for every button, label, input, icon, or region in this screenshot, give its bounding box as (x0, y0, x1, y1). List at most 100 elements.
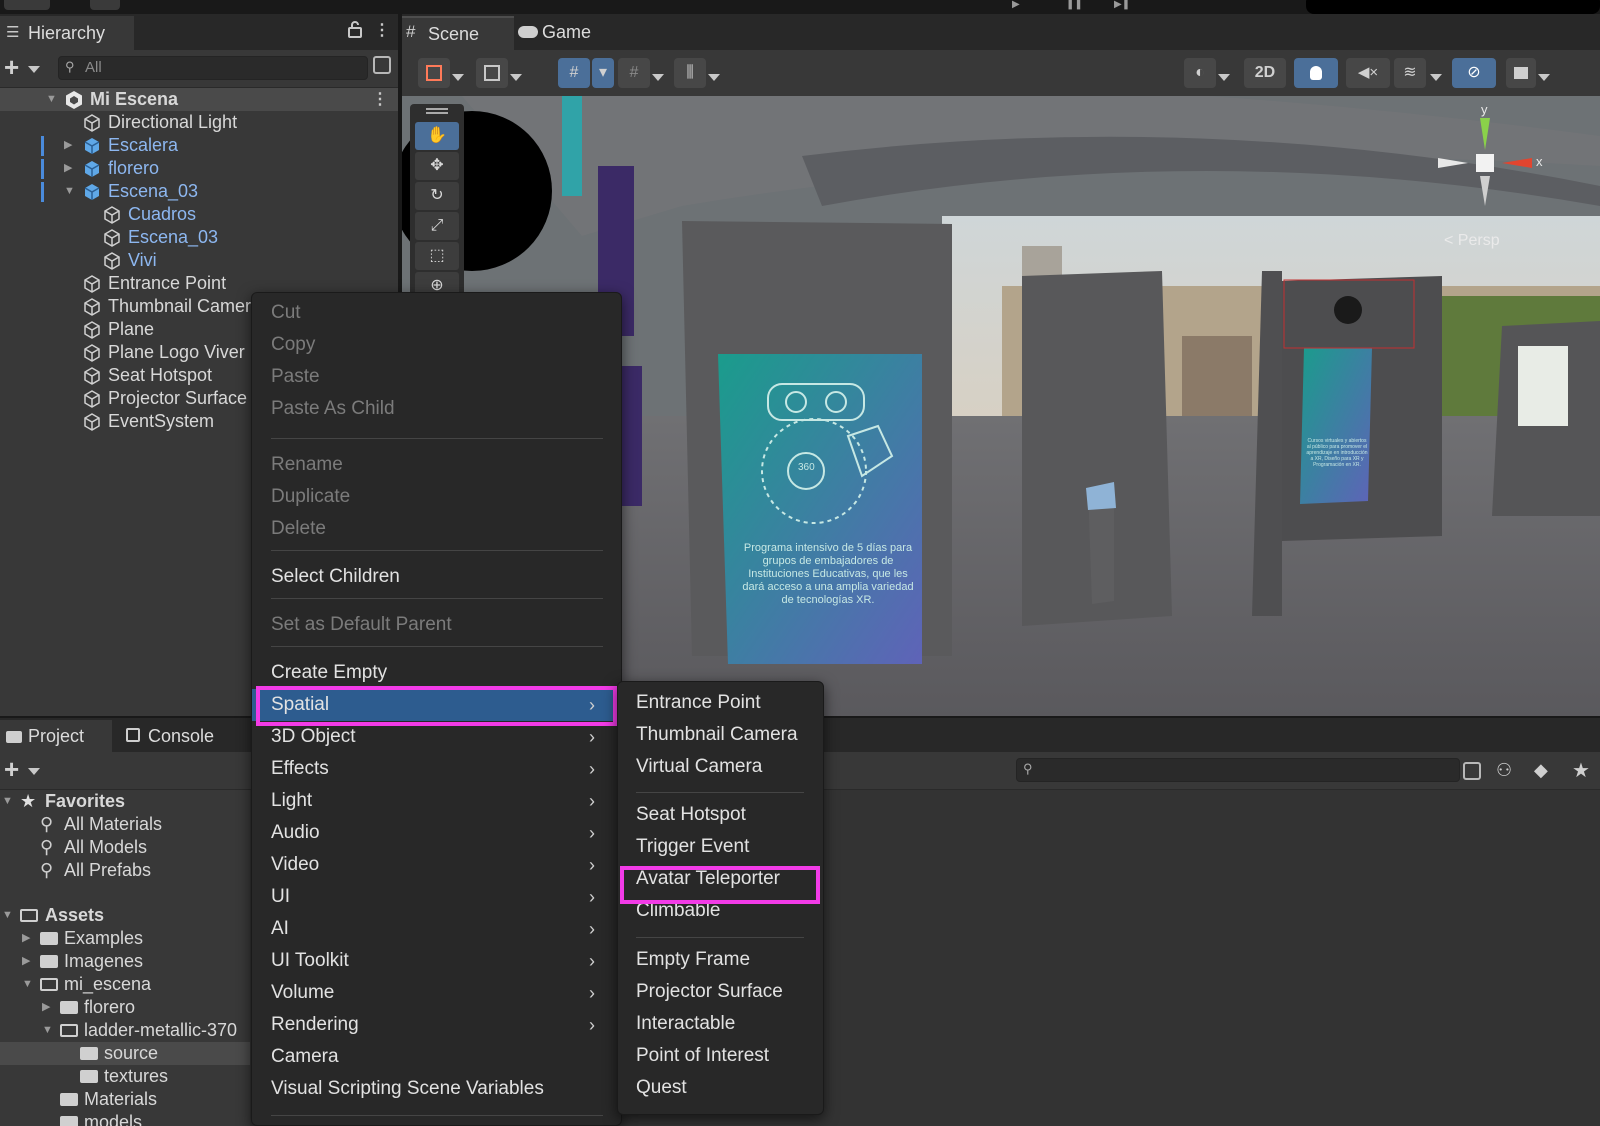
gizmo-tool-button[interactable] (418, 58, 450, 88)
tree-row-favorites[interactable]: ▼ ★ Favorites (0, 790, 250, 813)
pause-button[interactable]: ❚❚ (1066, 0, 1083, 10)
tree-row-escena-03-child[interactable]: Escena_03 (0, 226, 398, 249)
submenu-item-virtual-camera[interactable]: Virtual Camera (618, 751, 823, 783)
account-button[interactable] (4, 0, 50, 10)
grid-snap-button[interactable]: # (558, 58, 590, 88)
grid-snap-dropdown[interactable]: ▾ (592, 58, 614, 88)
step-button[interactable]: ▶❚ (1114, 0, 1130, 10)
hierarchy-search-input[interactable]: ⚲ All (58, 56, 368, 80)
menu-item-ui-toolkit[interactable]: UI Toolkit › (252, 945, 621, 977)
dropdown-arrow-icon[interactable] (652, 74, 664, 81)
menu-item-paste[interactable]: Paste (252, 361, 621, 393)
projection-toggle[interactable]: < Persp (1444, 232, 1500, 250)
menu-item-effects[interactable]: Effects › (252, 753, 621, 785)
expand-arrow-icon[interactable]: ▶ (42, 996, 50, 1019)
tree-row-models[interactable]: models (0, 1111, 250, 1126)
move-tool-button[interactable]: ✥ (415, 152, 459, 180)
scene-menu-icon[interactable]: ⋮ (372, 88, 388, 111)
expand-arrow-icon[interactable]: ▶ (22, 927, 30, 950)
effects-toggle-button[interactable]: ≋ (1394, 58, 1426, 88)
rect-tool-button[interactable]: ⬚ (415, 242, 459, 270)
visibility-toggle-button[interactable]: ⊘ (1452, 58, 1496, 88)
hand-tool-button[interactable]: ✋ (415, 122, 459, 150)
scale-tool-button[interactable]: ⤢ (415, 212, 459, 240)
collapse-arrow-icon[interactable]: ▼ (2, 904, 13, 927)
tree-row-escena-03[interactable]: ▼ Escena_03 (0, 180, 398, 203)
dropdown-arrow-icon[interactable] (452, 74, 464, 81)
favorites-star-icon[interactable]: ★ (1572, 758, 1590, 783)
audio-toggle-button[interactable]: ◀× (1346, 58, 1390, 88)
menu-item-ai[interactable]: AI › (252, 913, 621, 945)
tab-hierarchy[interactable]: ☰ Hierarchy (0, 16, 134, 50)
add-icon[interactable]: + (4, 754, 19, 785)
cloud-button[interactable] (90, 0, 120, 10)
tree-row-escalera[interactable]: ▶ Escalera (0, 134, 398, 157)
project-search-input[interactable]: ⚲ (1016, 758, 1460, 782)
tree-row-all-prefabs[interactable]: ⚲ All Prefabs (0, 859, 250, 882)
collapse-arrow-icon[interactable]: ▼ (46, 88, 57, 111)
tree-row-mi-escena[interactable]: ▼ mi_escena (0, 973, 250, 996)
palette-drag-handle[interactable] (426, 108, 448, 110)
tab-console[interactable]: Console (120, 720, 230, 752)
collapse-arrow-icon[interactable]: ▼ (2, 790, 13, 813)
tab-scene[interactable]: # Scene (402, 16, 514, 50)
expand-arrow-icon[interactable]: ▶ (22, 950, 30, 973)
tree-row-source[interactable]: source (0, 1042, 250, 1065)
toggle-2d-button[interactable]: 2D (1244, 58, 1286, 88)
menu-item-light[interactable]: Light › (252, 785, 621, 817)
submenu-item-thumbnail-camera[interactable]: Thumbnail Camera (618, 719, 823, 751)
tree-row-mi-escena[interactable]: ▼ Mi Escena ⋮ (0, 88, 398, 111)
add-icon[interactable]: + (4, 52, 19, 83)
orientation-gizmo[interactable]: y x < Persp (1432, 102, 1552, 256)
menu-item-copy[interactable]: Copy (252, 329, 621, 361)
tab-game[interactable]: Game (514, 16, 614, 50)
hierarchy-menu-icon[interactable]: ⋮ (374, 20, 390, 40)
tree-row-examples[interactable]: ▶ Examples (0, 927, 250, 950)
menu-item-select-children[interactable]: Select Children (252, 561, 621, 593)
menu-item-camera[interactable]: Camera (252, 1041, 621, 1073)
search-expand-icon[interactable] (373, 56, 391, 74)
dropdown-arrow-icon[interactable] (510, 74, 522, 81)
submenu-item-seat-hotspot[interactable]: Seat Hotspot (618, 799, 823, 831)
expand-arrow-icon[interactable]: ▶ (64, 134, 72, 157)
tree-row-all-materials[interactable]: ⚲ All Materials (0, 813, 250, 836)
add-dropdown-icon[interactable] (28, 66, 40, 73)
increment-snap-button[interactable]: # (618, 58, 650, 88)
ruler-button[interactable]: ⫼ (674, 58, 706, 88)
menu-item-set-default-parent[interactable]: Set as Default Parent (252, 609, 621, 641)
submenu-item-entrance-point[interactable]: Entrance Point (618, 687, 823, 719)
tree-row-textures[interactable]: textures (0, 1065, 250, 1088)
dropdown-arrow-icon[interactable] (708, 74, 720, 81)
menu-item-rendering[interactable]: Rendering › (252, 1009, 621, 1041)
menu-item-delete[interactable]: Delete (252, 513, 621, 545)
menu-item-cut[interactable]: Cut (252, 297, 621, 329)
collapse-arrow-icon[interactable]: ▼ (64, 180, 75, 203)
menu-item-ui[interactable]: UI › (252, 881, 621, 913)
search-expand-icon[interactable] (1463, 762, 1481, 780)
menu-item-visual-scripting-scene-variables[interactable]: Visual Scripting Scene Variables (252, 1073, 621, 1105)
collapse-arrow-icon[interactable]: ▼ (22, 973, 33, 996)
tree-row-florero[interactable]: ▶ florero (0, 157, 398, 180)
expand-arrow-icon[interactable]: ▶ (64, 157, 72, 180)
tree-row-directional-light[interactable]: Directional Light (0, 111, 398, 134)
submenu-item-empty-frame[interactable]: Empty Frame (618, 944, 823, 976)
dropdown-arrow-icon[interactable] (1430, 74, 1442, 81)
lock-icon[interactable] (348, 20, 362, 42)
tree-row-ladder-metallic[interactable]: ▼ ladder-metallic-370 (0, 1019, 250, 1042)
tree-row-imagenes[interactable]: ▶ Imagenes (0, 950, 250, 973)
tree-row-florero[interactable]: ▶ florero (0, 996, 250, 1019)
menu-item-audio[interactable]: Audio › (252, 817, 621, 849)
menu-item-volume[interactable]: Volume › (252, 977, 621, 1009)
menu-item-duplicate[interactable]: Duplicate (252, 481, 621, 513)
tree-row-all-models[interactable]: ⚲ All Models (0, 836, 250, 859)
submenu-item-projector-surface[interactable]: Projector Surface (618, 976, 823, 1008)
menu-item-create-empty[interactable]: Create Empty (252, 657, 621, 689)
camera-settings-button[interactable] (1506, 58, 1536, 88)
menu-item-video[interactable]: Video › (252, 849, 621, 881)
rotate-tool-button[interactable]: ↻ (415, 182, 459, 210)
submenu-item-trigger-event[interactable]: Trigger Event (618, 831, 823, 863)
submenu-item-quest[interactable]: Quest (618, 1072, 823, 1104)
play-button[interactable]: ▶ (1012, 0, 1020, 10)
add-dropdown-icon[interactable] (28, 768, 40, 775)
tree-row-cuadros[interactable]: Cuadros (0, 203, 398, 226)
